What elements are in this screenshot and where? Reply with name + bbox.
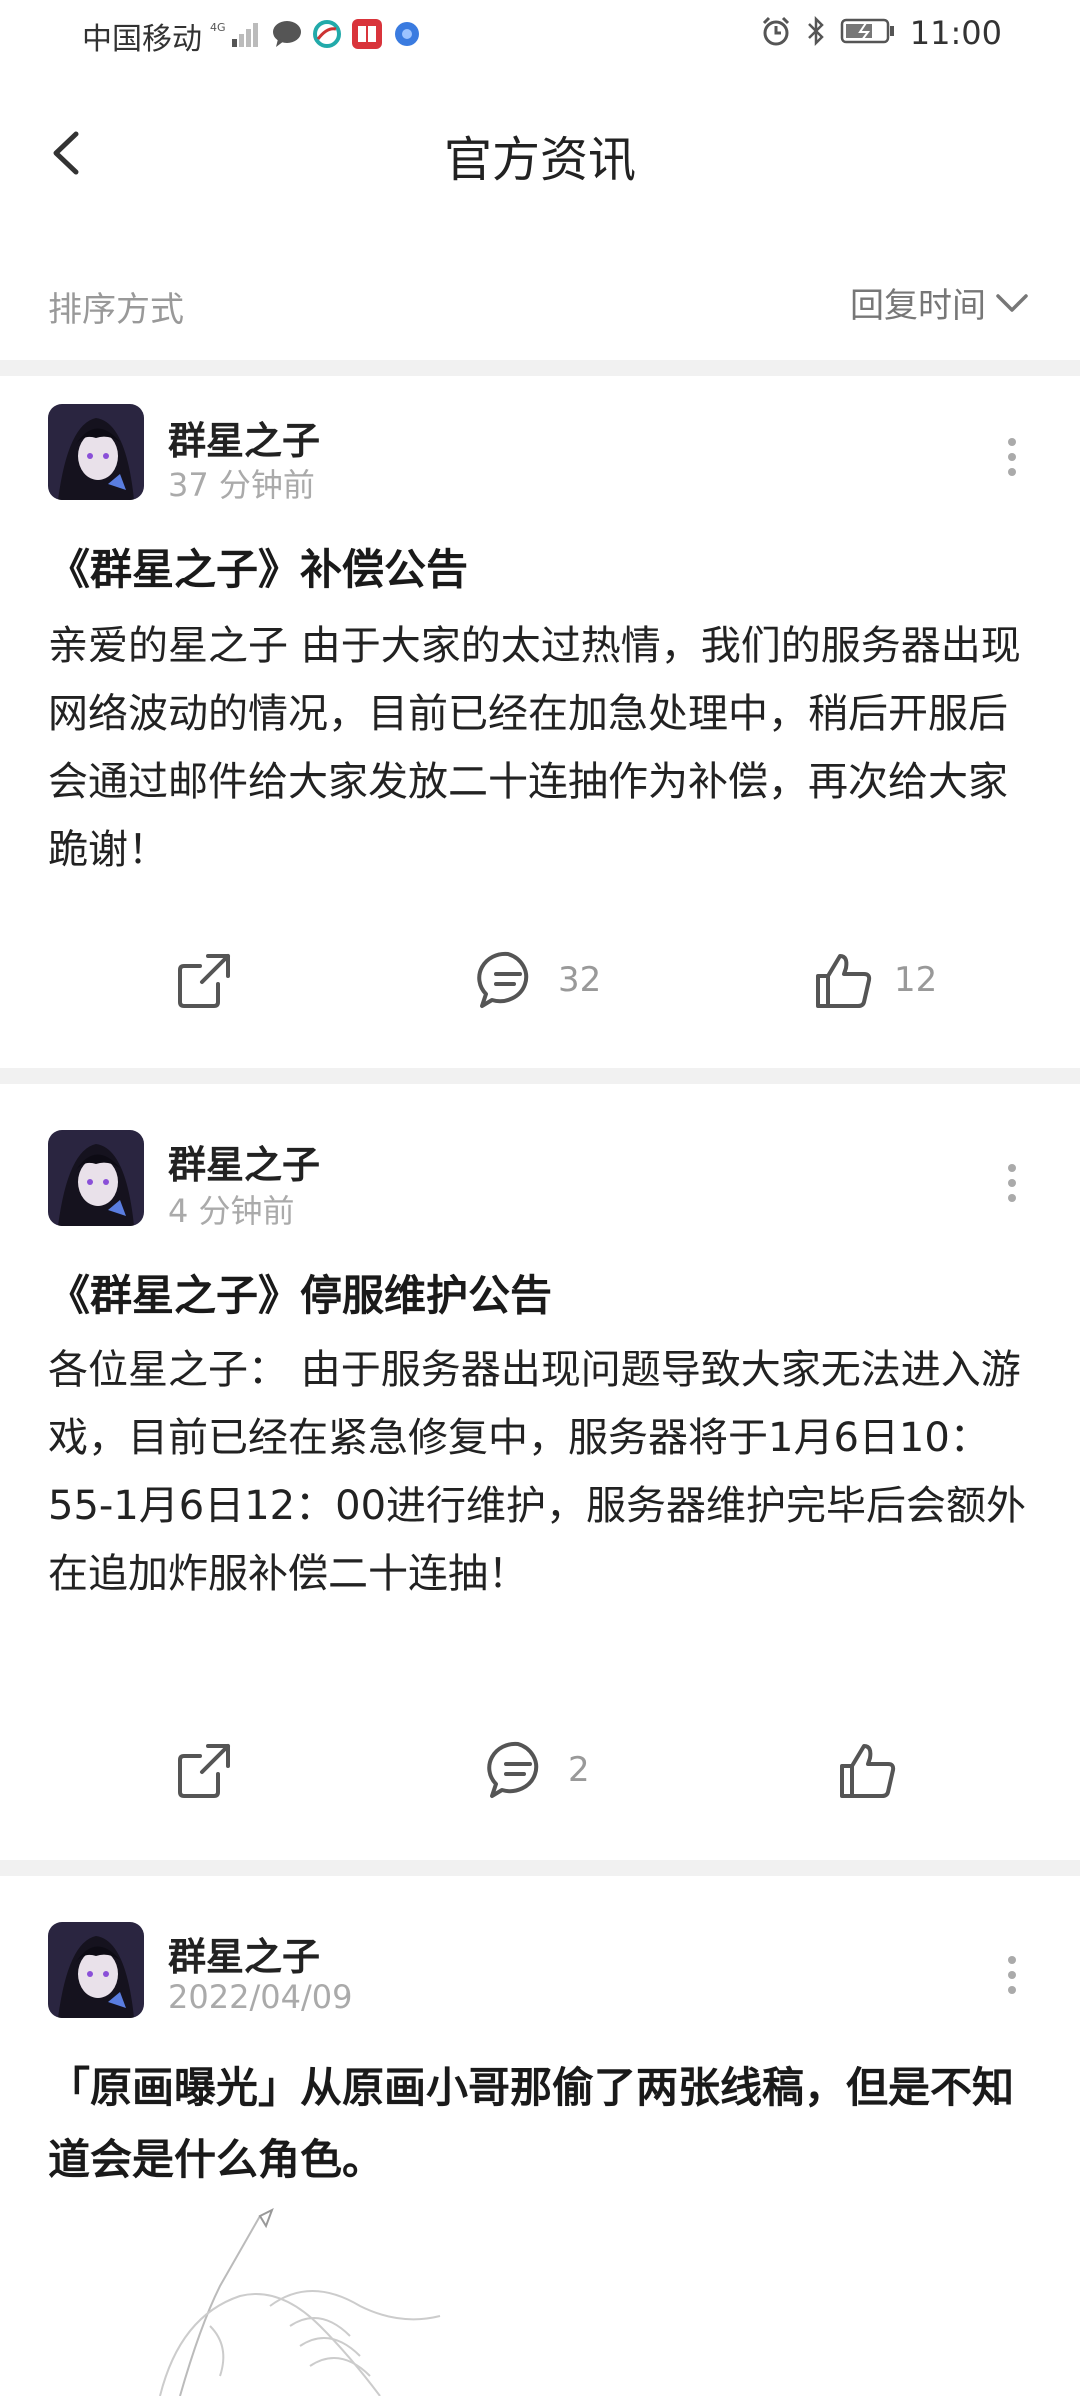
comment-count: 2 bbox=[568, 1750, 590, 1790]
author-name[interactable]: 群星之子 bbox=[168, 1926, 320, 1981]
post-body[interactable]: 亲爱的星之子 由于大家的太过热情，我们的服务器出现网络波动的情况，目前已经在加急… bbox=[48, 612, 1032, 884]
battery-icon bbox=[840, 17, 896, 49]
avatar[interactable] bbox=[48, 404, 144, 500]
section-divider bbox=[0, 360, 1080, 376]
book-app-icon bbox=[350, 17, 384, 55]
post-image[interactable] bbox=[120, 2206, 540, 2397]
post-time: 4 分钟前 bbox=[168, 1192, 295, 1230]
comment-count: 32 bbox=[558, 960, 602, 1000]
section-divider bbox=[0, 1068, 1080, 1084]
post-actions: 32 12 bbox=[0, 948, 1080, 1028]
avatar[interactable] bbox=[48, 1922, 144, 2018]
like-button[interactable]: 12 bbox=[812, 948, 937, 1012]
author-name[interactable]: 群星之子 bbox=[168, 1134, 320, 1189]
post-title[interactable]: 《群星之子》停服维护公告 bbox=[48, 1260, 1032, 1332]
avatar[interactable] bbox=[48, 1130, 144, 1226]
post-title[interactable]: 「原画曝光」从原画小哥那偷了两张线稿，但是不知道会是什么角色。 bbox=[48, 2052, 1032, 2196]
post-time: 37 分钟前 bbox=[168, 466, 315, 504]
more-button[interactable] bbox=[1002, 1158, 1022, 1208]
app-header: 官方资讯 bbox=[0, 90, 1080, 220]
comment-icon bbox=[487, 1741, 539, 1798]
status-bar: 中国移动 4G 11:00 bbox=[0, 0, 1080, 72]
app-notification-icon bbox=[312, 19, 342, 53]
chevron-down-icon bbox=[996, 293, 1028, 312]
comment-button[interactable]: 2 bbox=[486, 1738, 590, 1802]
thumbs-up-icon bbox=[816, 954, 872, 1008]
bluetooth-icon bbox=[806, 15, 826, 51]
browser-app-icon bbox=[392, 19, 422, 53]
more-button[interactable] bbox=[1002, 1950, 1022, 2000]
like-button[interactable] bbox=[836, 1738, 900, 1802]
thumbs-up-icon bbox=[840, 1744, 896, 1798]
post-card[interactable]: 群星之子 4 分钟前 《群星之子》停服维护公告 各位星之子： 由于服务器出现问题… bbox=[0, 1084, 1080, 1860]
share-icon bbox=[178, 954, 230, 1008]
post-time: 2022/04/09 bbox=[168, 1978, 353, 2016]
status-right: 11:00 bbox=[760, 14, 1002, 52]
sort-label: 排序方式 bbox=[48, 290, 184, 330]
more-button[interactable] bbox=[1002, 432, 1022, 482]
like-count: 12 bbox=[894, 960, 938, 1000]
more-vertical-icon bbox=[1008, 438, 1016, 476]
network-type: 4G bbox=[210, 21, 226, 34]
share-button[interactable] bbox=[172, 948, 236, 1012]
share-button[interactable] bbox=[172, 1738, 236, 1802]
comment-icon bbox=[477, 951, 529, 1008]
post-body[interactable]: 各位星之子： 由于服务器出现问题导致大家无法进入游戏，目前已经在紧急修复中，服务… bbox=[48, 1336, 1032, 1608]
sort-value: 回复时间 bbox=[850, 286, 986, 326]
message-icon bbox=[270, 19, 304, 53]
status-left: 中国移动 4G bbox=[82, 14, 422, 58]
signal-icon: 4G bbox=[210, 19, 262, 53]
post-actions: 2 bbox=[0, 1738, 1080, 1818]
post-card[interactable]: 群星之子 2022/04/09 「原画曝光」从原画小哥那偷了两张线稿，但是不知道… bbox=[0, 1876, 1080, 2400]
more-vertical-icon bbox=[1008, 1164, 1016, 1202]
share-icon bbox=[178, 1744, 230, 1798]
comment-button[interactable]: 32 bbox=[476, 948, 601, 1012]
sort-dropdown[interactable]: 回复时间 bbox=[850, 278, 1032, 327]
section-divider bbox=[0, 1860, 1080, 1876]
carrier-label: 中国移动 bbox=[82, 22, 202, 57]
post-card[interactable]: 群星之子 37 分钟前 《群星之子》补偿公告 亲爱的星之子 由于大家的太过热情，… bbox=[0, 376, 1080, 1064]
alarm-icon bbox=[760, 15, 792, 51]
page-title: 官方资讯 bbox=[443, 132, 636, 188]
sort-row: 排序方式 回复时间 bbox=[0, 262, 1080, 342]
author-name[interactable]: 群星之子 bbox=[168, 410, 320, 465]
more-vertical-icon bbox=[1008, 1956, 1016, 1994]
post-title[interactable]: 《群星之子》补偿公告 bbox=[48, 534, 1032, 606]
clock: 11:00 bbox=[909, 14, 1002, 52]
